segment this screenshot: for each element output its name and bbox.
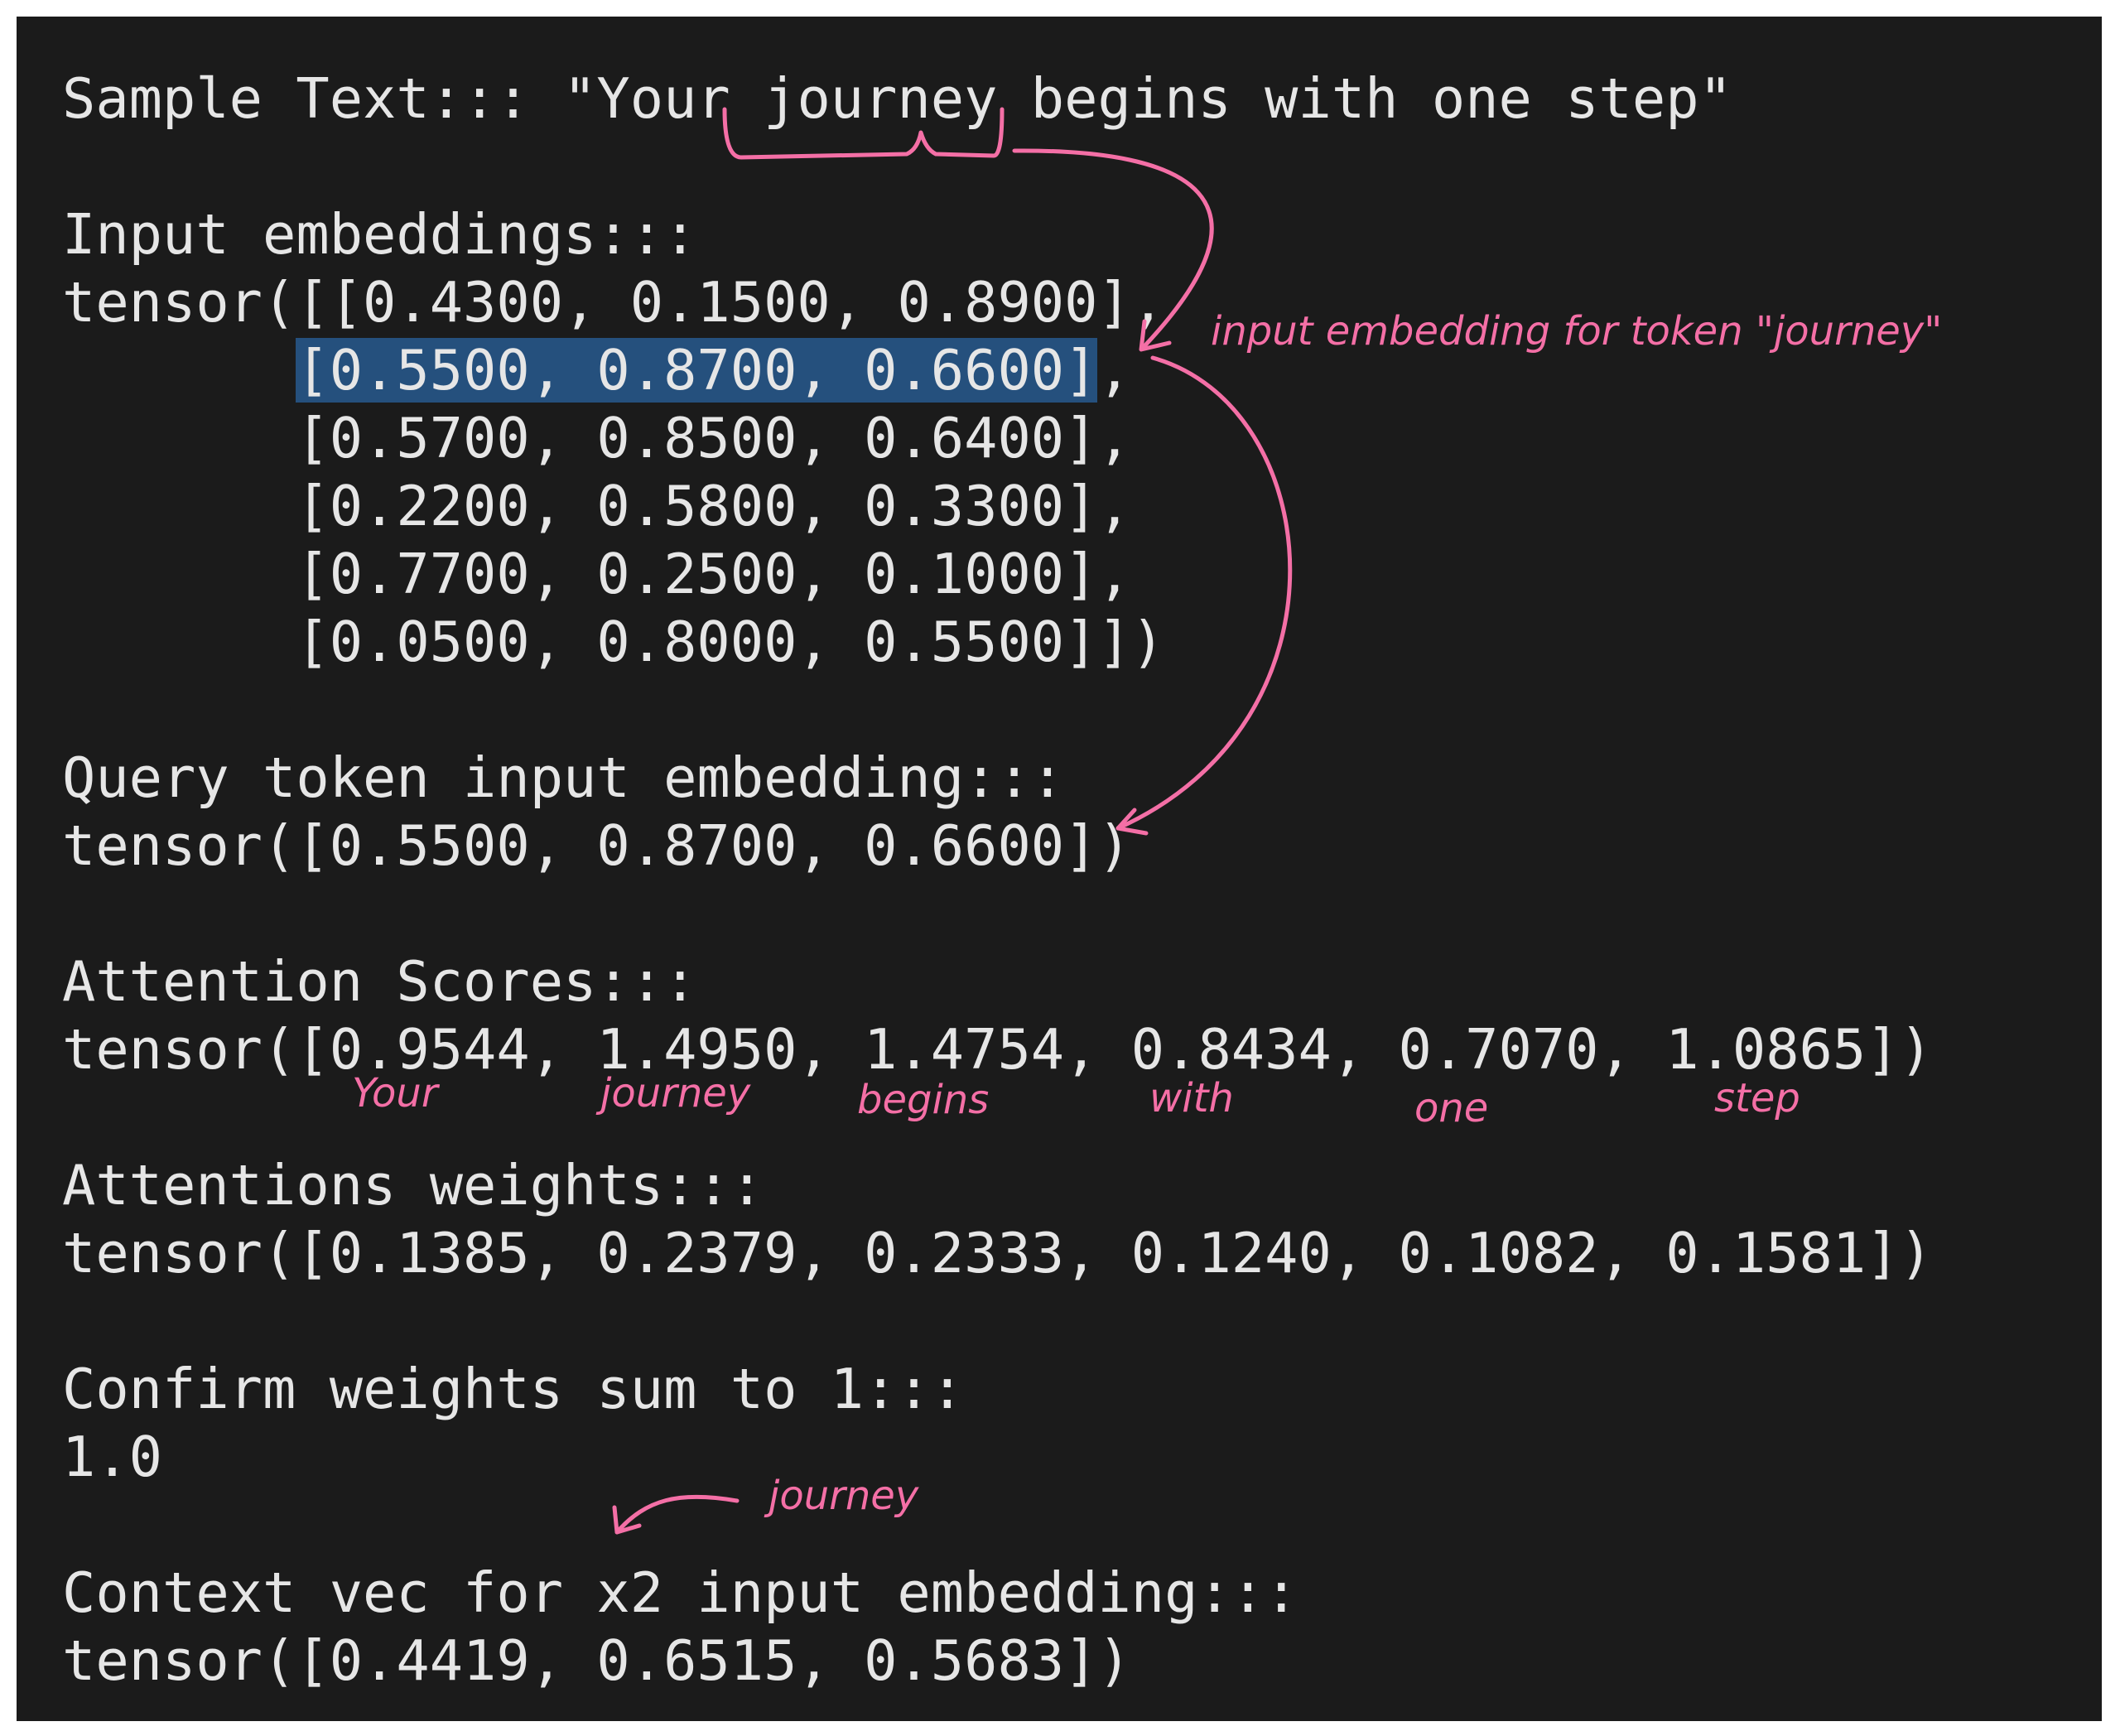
annotation-arrows bbox=[612, 107, 1293, 1535]
journey-brace bbox=[722, 107, 1005, 160]
terminal-output: Sample Text::: "Your journey begins with… bbox=[17, 17, 2102, 1721]
arrow-to-embedding-row bbox=[1012, 148, 1214, 350]
arrow-to-query bbox=[1115, 355, 1293, 831]
